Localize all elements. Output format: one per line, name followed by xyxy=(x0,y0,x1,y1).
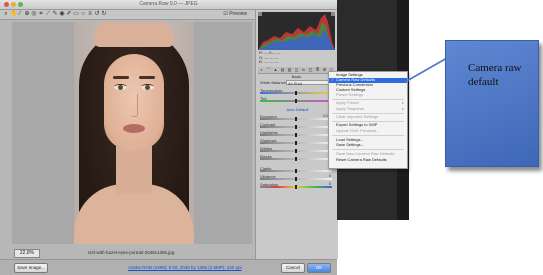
white-balance-row: White Balance: As Shot xyxy=(260,80,335,86)
adjustments-sidebar: R: --- f/--- --- G: --- --- --- B: --- -… xyxy=(255,10,338,259)
color-sampler-tool-icon[interactable]: ⊕ xyxy=(24,11,30,17)
tab-calibration-icon[interactable]: ◰ xyxy=(308,68,313,72)
exposure-slider[interactable]: Exposure 0.00 xyxy=(260,113,335,121)
tab-tone-curve-icon[interactable]: ⌒ xyxy=(266,68,271,72)
save-image-button[interactable]: Save Image... xyxy=(14,263,48,273)
submenu-arrow-icon: ▸ xyxy=(401,106,404,111)
tint-slider[interactable]: Tint 0 xyxy=(260,95,335,103)
highlights-slider[interactable]: Highlights 0 xyxy=(260,129,335,137)
arm-shape xyxy=(94,22,174,47)
menu-separator xyxy=(332,135,404,136)
menu-item-save-new-defaults: Save New Camera Raw Defaults xyxy=(336,151,395,156)
crop-tool-icon[interactable]: ⌗ xyxy=(38,11,44,17)
camera-raw-window: Camera Raw 9.0 — JPEG ⌕ ✋ ⁄ ⊕ ◎ ⌗ ⟋ ✎ ◉ … xyxy=(0,0,338,275)
blacks-slider[interactable]: Blacks 0 xyxy=(260,153,335,161)
spot-removal-tool-icon[interactable]: ✎ xyxy=(52,11,58,17)
clarity-slider[interactable]: Clarity 0 xyxy=(260,165,335,173)
tab-detail-icon[interactable]: ▲ xyxy=(273,68,278,72)
vibrance-slider[interactable]: Vibrance 0 xyxy=(260,173,335,181)
targeted-adjustment-tool-icon[interactable]: ◎ xyxy=(31,11,37,17)
image-canvas[interactable] xyxy=(12,22,252,244)
auto-default-links[interactable]: Auto Default xyxy=(260,107,335,112)
lips xyxy=(123,124,145,133)
settings-flyout-menu: Image Settings ✓ Camera Raw Defaults Prev… xyxy=(328,71,408,169)
saturation-slider[interactable]: Saturation 0 xyxy=(260,181,335,189)
neck-shape xyxy=(116,144,152,194)
callout-text: Camera raw default xyxy=(468,62,522,88)
tab-presets-icon[interactable]: ≣ xyxy=(315,68,320,72)
menu-item-reset-defaults[interactable]: Reset Camera Raw Defaults xyxy=(329,157,407,163)
window-title: Camera Raw 9.0 — JPEG xyxy=(139,1,198,7)
zoom-level-select[interactable]: 22.8% xyxy=(14,249,40,258)
nose xyxy=(131,94,138,117)
tab-lens-icon[interactable]: ◫ xyxy=(294,68,299,72)
menu-item-apply-preset: Apply Preset ▸ xyxy=(336,100,404,105)
menu-item-clear-imported-settings: Clear Imported Settings xyxy=(336,114,379,119)
menu-item-update-dng-previews: Update DNG Previews... xyxy=(336,128,380,133)
right-brow xyxy=(139,76,155,79)
tab-basic-icon[interactable]: ◐ xyxy=(259,68,264,72)
preview-checkbox[interactable]: ☑ Preview xyxy=(223,11,247,17)
red-eye-tool-icon[interactable]: ◉ xyxy=(59,11,65,17)
cancel-button[interactable]: Cancel xyxy=(281,263,305,273)
tab-split-toning-icon[interactable]: ▥ xyxy=(287,68,292,72)
menu-item-save-settings[interactable]: Save Settings... xyxy=(329,142,407,148)
straighten-tool-icon[interactable]: ⟋ xyxy=(45,11,51,17)
menu-item-export-settings-xmp[interactable]: Export Settings to XMP xyxy=(329,122,407,128)
adjustment-brush-tool-icon[interactable]: ✐ xyxy=(66,11,72,17)
ok-button[interactable]: OK xyxy=(307,263,331,273)
checkmark-icon: ✓ xyxy=(331,77,335,82)
annotation-callout: Camera raw default xyxy=(445,40,539,167)
menu-separator xyxy=(332,149,404,150)
temperature-slider[interactable]: Temperature 0 xyxy=(260,87,335,95)
contrast-slider[interactable]: Contrast 0 xyxy=(260,121,335,129)
white-balance-select[interactable]: As Shot xyxy=(286,80,330,86)
left-eye xyxy=(114,84,127,90)
panel-header: Basic xyxy=(291,74,302,79)
whites-slider[interactable]: Whites 0 xyxy=(260,145,335,153)
panel-tabs: ◐ ⌒ ▲ ▤ ▥ ◫ fx ◰ ≣ ⊞ ≡ xyxy=(258,67,335,74)
portrait-photo xyxy=(74,22,194,244)
right-eye xyxy=(141,84,154,90)
preferences-icon[interactable]: ≡ xyxy=(87,11,93,17)
tab-snapshots-icon[interactable]: ⊞ xyxy=(322,68,327,72)
white-balance-label: White Balance: xyxy=(260,80,287,85)
tool-bar: ⌕ ✋ ⁄ ⊕ ◎ ⌗ ⟋ ✎ ◉ ✐ ▭ ○ ≡ ↺ ↻ ☑ Preview xyxy=(0,10,255,20)
rotate-left-icon[interactable]: ↺ xyxy=(94,11,100,17)
submenu-arrow-icon: ▸ xyxy=(401,100,404,105)
hand-tool-icon[interactable]: ✋ xyxy=(10,11,17,17)
menu-item-preset-settings: Preset Settings xyxy=(336,92,364,97)
tab-effects-icon[interactable]: fx xyxy=(301,68,306,72)
tab-hsl-icon[interactable]: ▤ xyxy=(280,68,285,72)
histogram-graph xyxy=(258,12,335,50)
shadows-slider[interactable]: Shadows 0 xyxy=(260,137,335,145)
title-bar: Camera Raw 9.0 — JPEG xyxy=(0,0,337,10)
readout-line-3: B: --- --- --- xyxy=(259,59,279,65)
face-shape xyxy=(104,54,164,150)
zoom-tool-icon[interactable]: ⌕ xyxy=(3,11,9,17)
preview-label: Preview xyxy=(229,11,247,17)
white-balance-tool-icon[interactable]: ⁄ xyxy=(17,11,23,17)
radial-filter-tool-icon[interactable]: ○ xyxy=(80,11,86,17)
histogram-readout: R: --- f/--- --- G: --- --- --- B: --- -… xyxy=(259,50,335,65)
graduated-filter-tool-icon[interactable]: ▭ xyxy=(73,11,79,17)
rotate-right-icon[interactable]: ↻ xyxy=(101,11,107,17)
file-name: Girl-with-hazel-eyes-portrait-2048x1365.… xyxy=(88,250,175,255)
workflow-options-link[interactable]: Adobe RGB (1998); 8 bit; 2048 by 1365 (2… xyxy=(128,265,242,270)
histogram xyxy=(258,12,335,50)
left-brow xyxy=(113,76,129,79)
menu-item-apply-snapshot: Apply Snapshot ▸ xyxy=(336,106,404,111)
